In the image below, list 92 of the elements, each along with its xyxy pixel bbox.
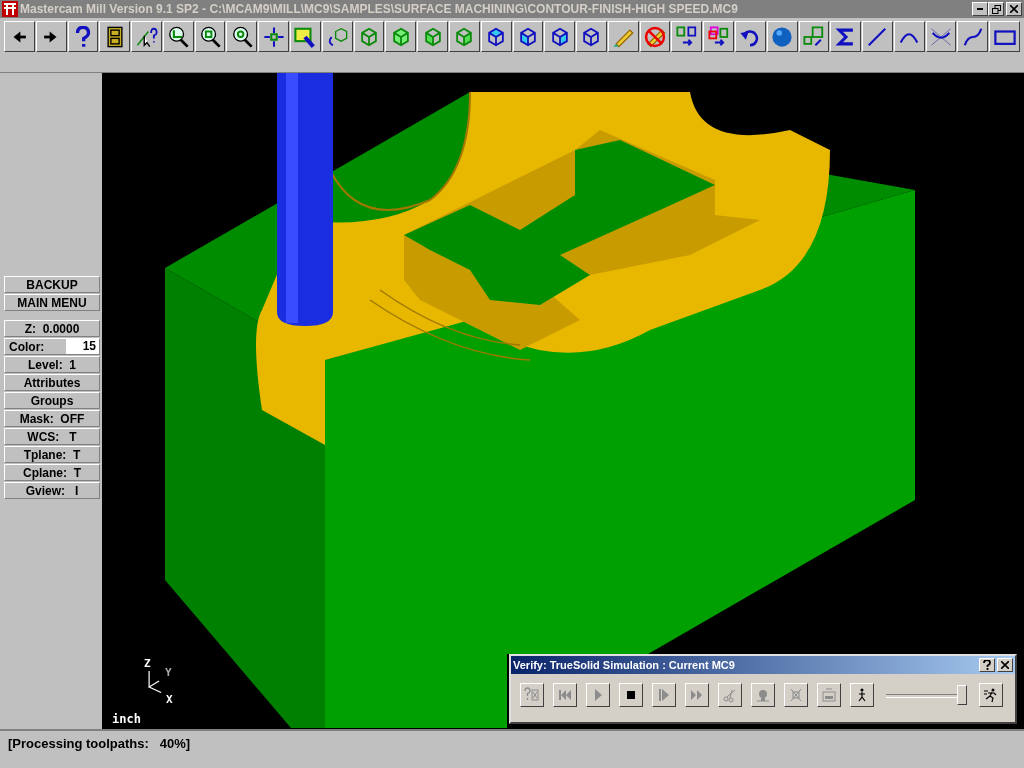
copy-boxes-icon: [707, 25, 730, 48]
cutter-icon: [788, 687, 804, 703]
paint-brush-icon: [294, 25, 317, 48]
info-icon: [524, 687, 540, 703]
menu-button[interactable]: Level: 1: [4, 356, 100, 373]
menu-button[interactable]: Cplane: T: [4, 464, 100, 481]
cube-icon: [358, 25, 380, 48]
menu-button[interactable]: Z: 0.0000: [4, 320, 100, 337]
toolbar-button[interactable]: [862, 21, 893, 52]
toolbar-button[interactable]: [893, 21, 925, 52]
toolbar-button[interactable]: [957, 21, 989, 52]
menu-button[interactable]: Tplane: T: [4, 446, 100, 463]
menu-button[interactable]: MAIN MENU: [4, 294, 100, 311]
menu-button[interactable]: WCS: T: [4, 428, 100, 445]
close-icon: [1010, 5, 1018, 13]
zoom-window-icon: [167, 25, 190, 48]
dialog-title: Verify: TrueSolid Simulation : Current MC9: [513, 659, 736, 671]
no-pencil-icon: [644, 25, 666, 48]
menu-button[interactable]: Groups: [4, 392, 100, 409]
menu-button[interactable]: Attributes: [4, 374, 100, 391]
close-button[interactable]: [1006, 2, 1022, 16]
axis-triad-icon: [148, 671, 162, 693]
axis-label: Y: [165, 667, 172, 678]
toolbar-button[interactable]: [544, 21, 576, 52]
menu-button[interactable]: BACKUP: [4, 276, 100, 293]
close-icon: [1001, 661, 1009, 669]
zoom-icon: [199, 25, 222, 48]
running-figure-icon: [983, 687, 999, 703]
axis-label: X: [166, 694, 173, 705]
toolbar-button[interactable]: [131, 21, 162, 52]
close-button[interactable]: [997, 658, 1013, 672]
help-icon: [983, 660, 991, 670]
app-logo-icon: [2, 1, 18, 17]
playback-button[interactable]: [619, 683, 643, 707]
window-title: Mastercam Mill Version 9.1 SP2 - C:\MCAM9\MILL\MC9\SAMPLES\SURFACE MACHINING\CONTOUR-FINISH-HIGH SPEED.MC9: [20, 2, 739, 16]
move-boxes-icon: [675, 25, 698, 48]
toolbar-button[interactable]: [258, 21, 290, 52]
rewind-icon: [557, 687, 573, 703]
toolbar-button[interactable]: [925, 21, 957, 52]
run-button[interactable]: [979, 683, 1003, 707]
scale-boxes-icon: [802, 25, 825, 48]
toolbar-button[interactable]: [607, 21, 639, 52]
toolbar-button[interactable]: [385, 21, 417, 52]
machine-icon: [821, 687, 837, 703]
toolbar-button[interactable]: [226, 21, 258, 52]
axis-label: Z: [144, 658, 151, 669]
spline-icon: [961, 25, 984, 48]
toolbar-button[interactable]: [830, 21, 862, 52]
restore-button[interactable]: [988, 2, 1004, 16]
units-label: inch: [112, 712, 141, 726]
toolbar-button[interactable]: [67, 21, 99, 52]
minimize-button[interactable]: [972, 2, 988, 16]
toolbar-button[interactable]: [639, 21, 671, 52]
fast-forward-icon: [689, 687, 705, 703]
playback-button[interactable]: [850, 683, 874, 707]
sphere-icon: [771, 25, 794, 48]
toolbar-button[interactable]: [989, 21, 1020, 52]
help-button[interactable]: [979, 658, 995, 672]
toolbar-button[interactable]: [4, 21, 35, 52]
restore-icon: [991, 4, 1001, 14]
rotate-cube-icon: [326, 25, 349, 48]
toolbar-button[interactable]: [448, 21, 480, 52]
toolbar-button[interactable]: [417, 21, 448, 52]
toolbar-button[interactable]: [194, 21, 226, 52]
toolbar-button[interactable]: [576, 21, 607, 52]
speed-slider[interactable]: [886, 684, 966, 706]
scissors-icon: [722, 687, 738, 703]
toolbar-button[interactable]: [290, 21, 321, 52]
toolbar-button[interactable]: [671, 21, 703, 52]
toolbar-button[interactable]: [321, 21, 353, 52]
zoom-out-icon: [230, 25, 253, 48]
pointer-query-icon: [135, 25, 158, 48]
minimize-icon: [977, 8, 983, 10]
menu-button[interactable]: Gview: I: [4, 482, 100, 499]
toolbar-button[interactable]: [353, 21, 385, 52]
toolbar-button[interactable]: [99, 21, 131, 52]
status-message: [Processing toolpaths: 40%]: [8, 736, 191, 751]
pan-icon: [262, 25, 285, 48]
color-setting[interactable]: Color: 15: [4, 338, 100, 355]
toolbar-button[interactable]: [35, 21, 67, 52]
toolbar-button[interactable]: [162, 21, 194, 52]
toolbar-button[interactable]: [703, 21, 734, 52]
toolbar-button[interactable]: [512, 21, 544, 52]
toolbar-button[interactable]: [766, 21, 798, 52]
bulb-icon: [755, 687, 771, 703]
color-label: Color:: [9, 339, 45, 354]
color-value-field[interactable]: 15: [66, 339, 99, 354]
toolbar-button[interactable]: [798, 21, 830, 52]
menu-button[interactable]: Mask: OFF: [4, 410, 100, 427]
line-icon: [866, 25, 889, 48]
toolbar-button[interactable]: [480, 21, 512, 52]
toolbar-button[interactable]: [734, 21, 766, 52]
